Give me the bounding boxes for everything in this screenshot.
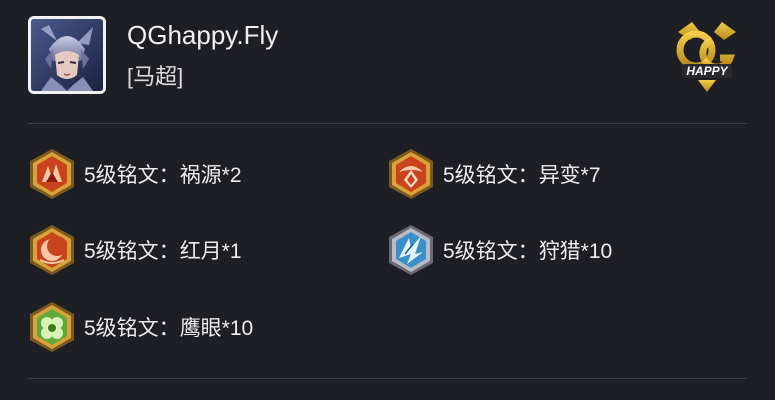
huoyuan-rune-icon xyxy=(28,148,76,200)
rune-level-label: 5级铭文： xyxy=(84,240,180,263)
logo-text: HAPPY xyxy=(686,64,728,78)
player-rune-card: QGhappy.Fly [马超] HAPPY 5级铭文： 祸源*2 5级铭文： … xyxy=(0,0,775,400)
header-divider xyxy=(28,123,747,124)
qghappy-team-logo-icon: HAPPY xyxy=(668,18,746,94)
rune-item[interactable]: 5级铭文： 异变*7 xyxy=(387,148,601,200)
rune-level-label: 5级铭文： xyxy=(443,240,539,263)
hero-name: [马超] xyxy=(127,64,184,89)
rune-name: 异变*7 xyxy=(538,164,601,187)
yibian-rune-icon xyxy=(387,148,435,200)
rune-name: 鹰眼*10 xyxy=(179,317,254,340)
footer-divider xyxy=(28,378,747,379)
hero-portrait-icon xyxy=(31,19,103,91)
rune-name: 祸源*2 xyxy=(179,164,242,187)
rune-name: 狩猎*10 xyxy=(538,240,613,263)
hero-avatar[interactable] xyxy=(28,16,106,94)
rune-item[interactable]: 5级铭文： 鹰眼*10 xyxy=(28,301,253,353)
hongyue-rune-icon xyxy=(28,224,76,276)
rune-item[interactable]: 5级铭文： 祸源*2 xyxy=(28,148,242,200)
rune-level-label: 5级铭文： xyxy=(84,317,180,340)
rune-level-label: 5级铭文： xyxy=(84,164,180,187)
rune-level-label: 5级铭文： xyxy=(443,164,539,187)
player-name: QGhappy.Fly xyxy=(127,20,279,50)
shoulie-rune-icon xyxy=(387,224,435,276)
rune-item[interactable]: 5级铭文： 狩猎*10 xyxy=(387,224,612,276)
rune-name: 红月*1 xyxy=(179,240,242,263)
rune-item[interactable]: 5级铭文： 红月*1 xyxy=(28,224,242,276)
yingyan-rune-icon xyxy=(28,301,76,353)
